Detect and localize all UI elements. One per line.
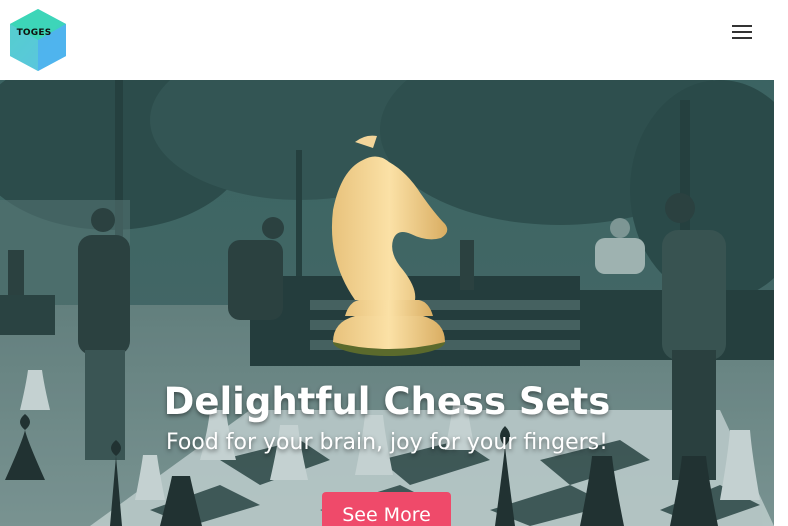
site-header: TOGES: [0, 0, 788, 80]
hero-title: Delightful Chess Sets: [163, 380, 611, 423]
park-chess-background-image: [0, 80, 774, 526]
page-scrollbar-track[interactable]: [774, 80, 788, 526]
see-more-button[interactable]: See More: [322, 492, 451, 526]
hamburger-menu-icon[interactable]: [729, 22, 755, 42]
toges-logo[interactable]: TOGES: [10, 8, 68, 72]
logo-text: TOGES: [16, 28, 52, 38]
hexagon-logo-icon: [10, 9, 66, 71]
hero-subtitle: Food for your brain, joy for your finger…: [166, 430, 608, 455]
hero-section: Delightful Chess Sets Food for your brai…: [0, 80, 774, 526]
